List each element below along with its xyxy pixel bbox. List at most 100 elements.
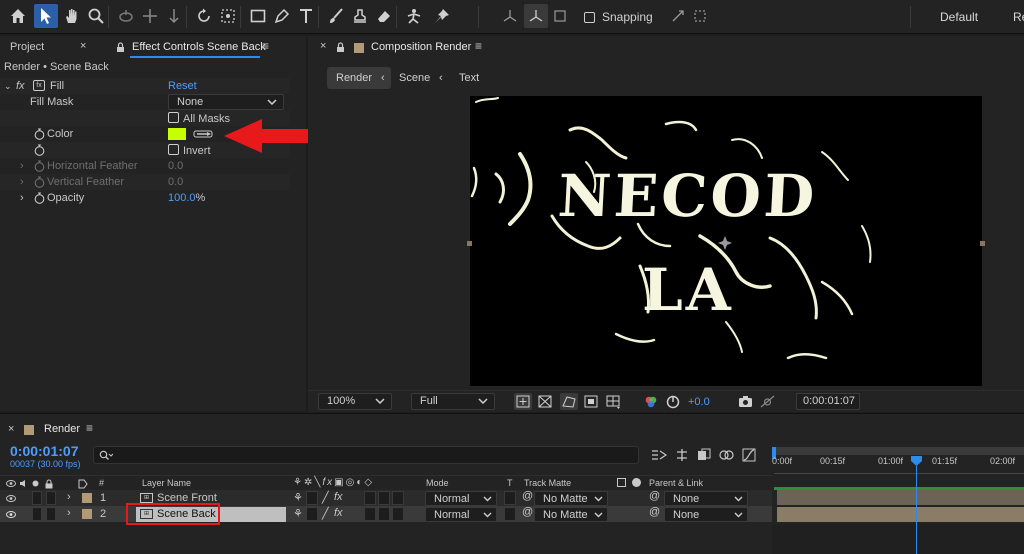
track-matte-dropdown[interactable]: No Matte bbox=[534, 507, 608, 522]
zoom-dropdown[interactable]: 100% bbox=[318, 393, 392, 410]
fill-mask-dropdown[interactable]: None bbox=[168, 94, 284, 110]
audio-icon[interactable] bbox=[19, 479, 29, 488]
chevron-right-icon[interactable]: › bbox=[20, 174, 24, 190]
resolution-dropdown[interactable]: Full bbox=[411, 393, 495, 410]
panel-menu-icon[interactable]: ≡ bbox=[262, 39, 269, 53]
table-row[interactable]: › 1 ⊞ Scene Front ⚘ ╱ fx Normal @ No Mat… bbox=[0, 490, 772, 506]
motion-blur-icon[interactable] bbox=[719, 448, 735, 462]
collapse-switch[interactable] bbox=[306, 491, 318, 505]
color-channels-icon[interactable] bbox=[644, 395, 658, 409]
frame-blending-icon[interactable] bbox=[697, 448, 711, 462]
current-time[interactable]: 0:00:01:07 bbox=[10, 443, 79, 459]
lock-toggle[interactable] bbox=[46, 491, 56, 505]
layer-search-input[interactable] bbox=[93, 446, 639, 464]
chevron-right-icon[interactable]: › bbox=[20, 190, 24, 206]
rotation-tool-icon[interactable] bbox=[192, 4, 216, 28]
lock-icon[interactable] bbox=[116, 42, 125, 53]
axis-world-icon[interactable] bbox=[524, 4, 548, 28]
eye-icon[interactable] bbox=[6, 510, 16, 519]
lock-icon[interactable] bbox=[44, 479, 54, 489]
shy-switch-icon[interactable]: ⚘ bbox=[293, 507, 303, 520]
time-ruler[interactable]: 0:00f 00:15f 01:00f 01:15f 02:00f bbox=[772, 447, 1024, 495]
chevron-down-icon[interactable]: ⌄ bbox=[4, 78, 12, 94]
horizontal-feather-value[interactable]: 0.0 bbox=[168, 158, 183, 174]
reset-exposure-icon[interactable] bbox=[666, 395, 680, 409]
fx-icon[interactable]: fx bbox=[322, 477, 334, 488]
grid-guides-icon[interactable] bbox=[606, 395, 622, 409]
pickwhip-icon[interactable]: @ bbox=[649, 490, 660, 502]
spiral-matte-icon[interactable]: @ bbox=[522, 490, 533, 502]
frame-blend-icon[interactable]: ▣ bbox=[334, 477, 345, 488]
comp-flowchart-icon[interactable] bbox=[651, 449, 667, 461]
clone-stamp-icon[interactable] bbox=[348, 4, 372, 28]
preserve-transparency-toggle[interactable] bbox=[504, 507, 516, 521]
mask-visibility-icon[interactable] bbox=[560, 393, 578, 410]
quality-switch-icon[interactable]: ╱ bbox=[322, 491, 329, 504]
solo-icon[interactable] bbox=[32, 480, 39, 487]
axis-local-icon[interactable] bbox=[498, 4, 522, 28]
move-cross-icon[interactable] bbox=[138, 4, 162, 28]
mode-dropdown[interactable]: Normal bbox=[425, 491, 497, 506]
close-tab-icon[interactable]: × bbox=[8, 423, 14, 435]
quality-switch-icon[interactable]: ╱ bbox=[322, 507, 329, 520]
frame-blend-switch[interactable] bbox=[364, 507, 376, 521]
opacity-value[interactable]: 100.0 bbox=[168, 192, 196, 204]
axis-view-icon[interactable] bbox=[548, 4, 572, 28]
chevron-right-icon[interactable]: › bbox=[67, 491, 71, 503]
chevron-right-icon[interactable]: › bbox=[20, 158, 24, 174]
lock-toggle[interactable] bbox=[46, 507, 56, 521]
fx-icon[interactable]: fx bbox=[16, 78, 25, 94]
reset-link[interactable]: Reset bbox=[168, 78, 197, 94]
eyedropper-icon[interactable] bbox=[193, 129, 213, 139]
col-layer-name[interactable]: Layer Name bbox=[142, 478, 191, 488]
comp-timecode[interactable]: 0:00:01:07 bbox=[796, 393, 860, 410]
fx-switch-icon[interactable]: fx bbox=[334, 491, 343, 503]
pickwhip-icon[interactable]: @ bbox=[649, 506, 660, 518]
close-tab-icon[interactable]: × bbox=[80, 40, 86, 52]
preserve-transparency-toggle[interactable] bbox=[504, 491, 516, 505]
rotate-orbit-icon[interactable] bbox=[114, 4, 138, 28]
frame-blend-switch[interactable] bbox=[364, 491, 376, 505]
spiral-matte-icon[interactable]: @ bbox=[522, 506, 533, 518]
motion-blur-switch[interactable] bbox=[378, 507, 390, 521]
close-tab-icon[interactable]: × bbox=[320, 40, 326, 52]
anchor-point-icon[interactable] bbox=[216, 4, 240, 28]
show-snapshot-icon[interactable] bbox=[760, 395, 775, 408]
playhead-handle[interactable] bbox=[911, 456, 922, 466]
eye-icon[interactable] bbox=[6, 479, 16, 488]
stopwatch-icon[interactable] bbox=[34, 192, 45, 204]
puppet-pin-icon[interactable] bbox=[430, 4, 454, 28]
pen-tool-icon[interactable] bbox=[270, 4, 294, 28]
3d-switch[interactable] bbox=[392, 507, 404, 521]
stopwatch-icon[interactable] bbox=[34, 144, 45, 156]
mode-dropdown[interactable]: Normal bbox=[425, 507, 497, 522]
3d-switch[interactable] bbox=[392, 491, 404, 505]
layer-label-color[interactable] bbox=[82, 493, 92, 503]
panel-menu-icon[interactable]: ≡ bbox=[475, 39, 482, 53]
tab-timeline-render[interactable]: Render bbox=[44, 423, 80, 435]
lock-icon[interactable] bbox=[336, 42, 345, 53]
brush-tool-icon[interactable] bbox=[324, 4, 348, 28]
composition-viewer[interactable]: NECOD LA bbox=[308, 96, 1024, 388]
eraser-icon[interactable] bbox=[372, 4, 396, 28]
snap-features-icon[interactable] bbox=[688, 4, 712, 28]
snapping-checkbox[interactable] bbox=[584, 11, 595, 23]
stopwatch-icon[interactable] bbox=[34, 176, 45, 188]
motion-blur-icon[interactable]: ◎ bbox=[346, 477, 357, 488]
fx-switch-icon[interactable]: fx bbox=[334, 507, 343, 519]
type-tool-icon[interactable] bbox=[294, 4, 318, 28]
color-swatch[interactable] bbox=[168, 128, 186, 140]
track-matte-dropdown[interactable]: No Matte bbox=[534, 491, 608, 506]
tab-composition[interactable]: Composition Render bbox=[371, 41, 471, 53]
draft-3d-icon[interactable] bbox=[675, 448, 689, 462]
transparency-grid-icon[interactable] bbox=[538, 395, 552, 408]
breadcrumb-text[interactable]: Text bbox=[451, 68, 487, 89]
layer-bar-scene-front[interactable] bbox=[777, 490, 1024, 505]
snapping-toggle[interactable]: Snapping bbox=[584, 10, 653, 24]
opacity-value-wrap[interactable]: 100.0% bbox=[168, 190, 205, 206]
collapse-switch[interactable] bbox=[306, 507, 318, 521]
zoom-tool-icon[interactable] bbox=[84, 4, 108, 28]
3d-layer-icon[interactable]: ◇ bbox=[364, 477, 374, 488]
layer-bar-scene-back[interactable] bbox=[777, 507, 1024, 522]
table-row[interactable]: › 2 ⊞ Scene Back ⚘ ╱ fx Normal @ No Matt… bbox=[0, 506, 772, 522]
